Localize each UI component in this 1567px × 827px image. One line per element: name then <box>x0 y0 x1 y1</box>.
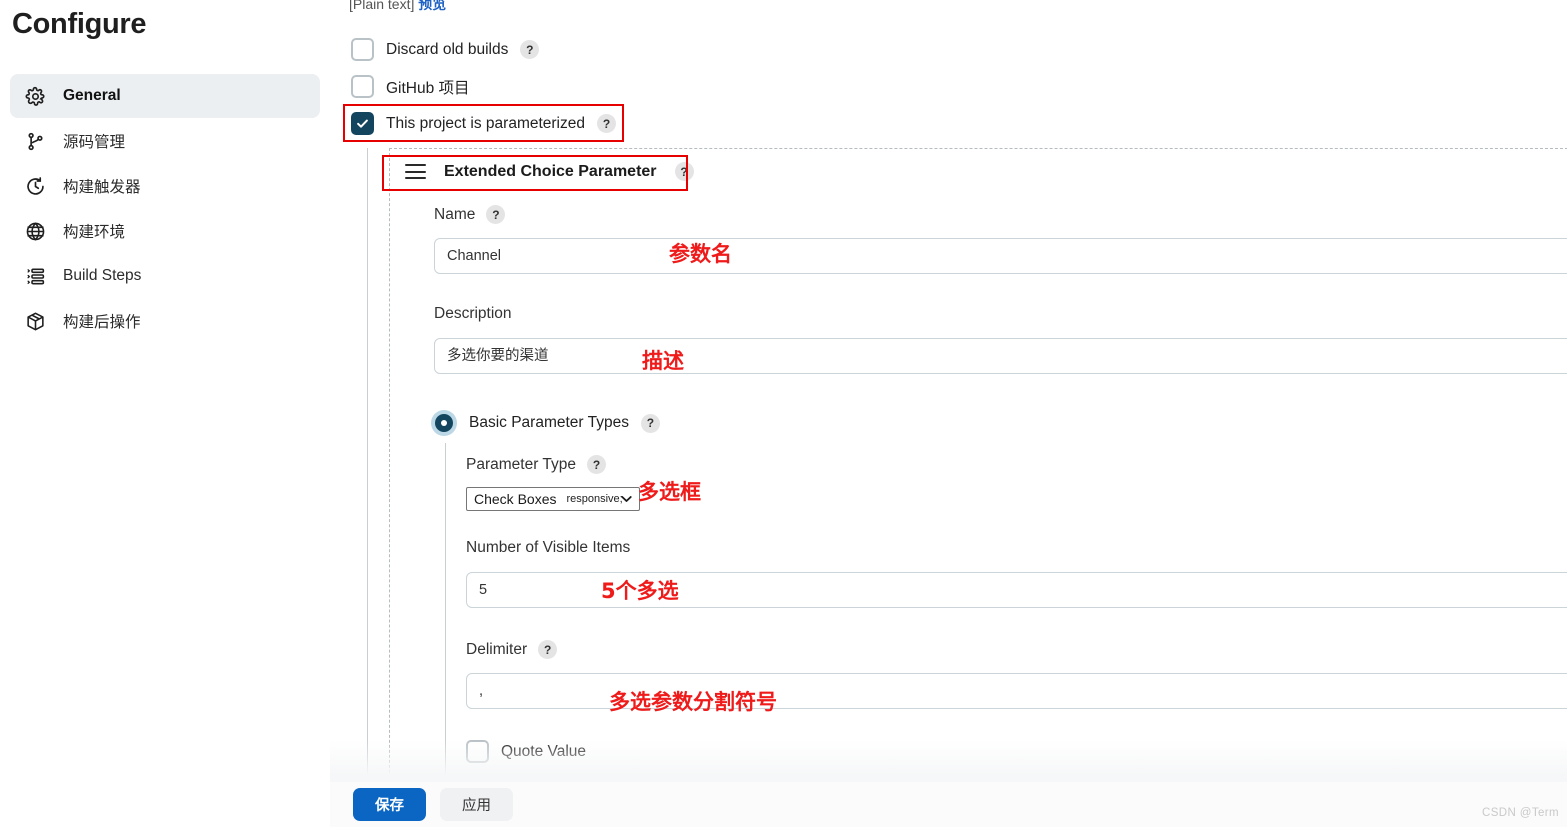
plain-text-label: [Plain text] <box>349 0 419 12</box>
project-parameterized-checkbox[interactable] <box>351 112 374 135</box>
parameter-block-rail: Extended Choice Parameter ? Name ? Chann… <box>367 148 1567 827</box>
help-icon[interactable]: ? <box>597 114 616 133</box>
parameter-type-label-row: Parameter Type ? <box>466 455 606 474</box>
annotation-description: 描述 <box>642 349 684 373</box>
sidebar-nav: General 源码管理 构建触发器 构建环境 Build Steps 构建后操… <box>10 74 320 344</box>
radio-label: Basic Parameter Types <box>469 414 629 431</box>
parameter-type-value: Check Boxes <box>474 491 557 507</box>
delimiter-label: Delimiter <box>466 640 528 658</box>
configure-page: Configure General 源码管理 构建触发器 构建环境 Build … <box>0 0 1567 827</box>
checkbox-label: GitHub 项目 <box>386 79 470 97</box>
sidebar-item-label: 构建触发器 <box>63 179 141 196</box>
package-icon <box>24 310 46 332</box>
parameter-header-title: Extended Choice Parameter <box>444 162 657 180</box>
help-icon[interactable]: ? <box>538 640 558 659</box>
basic-parameter-types-radio[interactable] <box>431 410 457 436</box>
sidebar-item-label: 源码管理 <box>63 134 126 151</box>
name-label: Name <box>434 205 476 223</box>
annotation-delimiter: 多选参数分割符号 <box>609 690 777 714</box>
checkbox-label: Discard old builds <box>386 40 509 58</box>
help-icon[interactable]: ? <box>640 413 660 433</box>
visible-items-label-row: Number of Visible Items <box>466 539 630 557</box>
clock-icon <box>24 175 46 197</box>
gear-icon <box>24 85 46 107</box>
chevron-down-icon <box>621 496 632 502</box>
help-icon[interactable]: ? <box>520 40 540 59</box>
description-input[interactable]: 多选你要的渠道 <box>434 338 1567 374</box>
parameter-header[interactable]: Extended Choice Parameter ? <box>405 162 694 181</box>
parameter-type-label: Parameter Type <box>466 455 576 473</box>
globe-icon <box>24 220 46 242</box>
apply-button[interactable]: 应用 <box>440 788 513 821</box>
drag-handle-icon[interactable] <box>405 164 426 179</box>
checkbox-row-github-project[interactable]: GitHub 项目 <box>351 75 470 98</box>
delimiter-label-row: Delimiter ? <box>466 640 558 659</box>
main-content: [Plain text] 预览 Discard old builds ? Git… <box>330 0 1567 827</box>
help-icon[interactable]: ? <box>587 455 606 474</box>
sidebar-item-label: 构建后操作 <box>63 314 141 331</box>
save-button[interactable]: 保存 <box>353 788 426 821</box>
chevron-down-icon: responsive; <box>566 493 623 505</box>
check-icon <box>357 119 368 128</box>
plain-text-preview-line: [Plain text] 预览 <box>349 0 446 14</box>
sidebar-item-post-build[interactable]: 构建后操作 <box>10 299 320 343</box>
sidebar-item-general[interactable]: General <box>10 74 320 118</box>
description-label: Description <box>434 305 512 322</box>
name-label-row: Name ? <box>434 205 506 224</box>
sidebar-item-scm[interactable]: 源码管理 <box>10 119 320 163</box>
annotation-checkbox-type: 多选框 <box>638 480 701 504</box>
basic-parameter-types-radio-row[interactable]: Basic Parameter Types ? <box>431 410 660 436</box>
sidebar-item-build-triggers[interactable]: 构建触发器 <box>10 164 320 208</box>
sidebar-item-label: Build Steps <box>63 267 142 284</box>
sidebar-item-label: 构建环境 <box>63 224 126 241</box>
help-icon[interactable]: ? <box>486 205 506 224</box>
discard-old-builds-checkbox[interactable] <box>351 38 374 61</box>
preview-link[interactable]: 预览 <box>418 0 446 12</box>
watermark: CSDN @Term <box>1481 807 1559 819</box>
name-input[interactable]: Channel <box>434 238 1567 274</box>
page-title: Configure <box>12 8 147 40</box>
annotation-name: 参数名 <box>669 242 732 266</box>
git-branch-icon <box>24 130 46 152</box>
github-project-checkbox[interactable] <box>351 75 374 98</box>
checkbox-row-project-parameterized[interactable]: This project is parameterized ? <box>351 112 616 135</box>
annotation-visible-items: 5个多选 <box>601 579 679 603</box>
sidebar-item-build-environment[interactable]: 构建环境 <box>10 209 320 253</box>
checkbox-label: This project is parameterized <box>386 114 585 132</box>
action-bar: 保存 应用 <box>330 782 1567 827</box>
parameter-type-select[interactable]: Check Boxes responsive; <box>466 487 640 511</box>
sidebar-item-build-steps[interactable]: Build Steps <box>10 254 320 298</box>
help-icon[interactable]: ? <box>674 162 694 181</box>
content-fade <box>330 740 1567 782</box>
checkbox-row-discard-old-builds[interactable]: Discard old builds ? <box>351 38 540 61</box>
sidebar: Configure General 源码管理 构建触发器 构建环境 Build … <box>0 0 330 827</box>
sidebar-item-label: General <box>63 87 121 104</box>
list-icon <box>24 265 46 287</box>
visible-items-label: Number of Visible Items <box>466 539 631 556</box>
description-label-row: Description <box>434 305 512 323</box>
